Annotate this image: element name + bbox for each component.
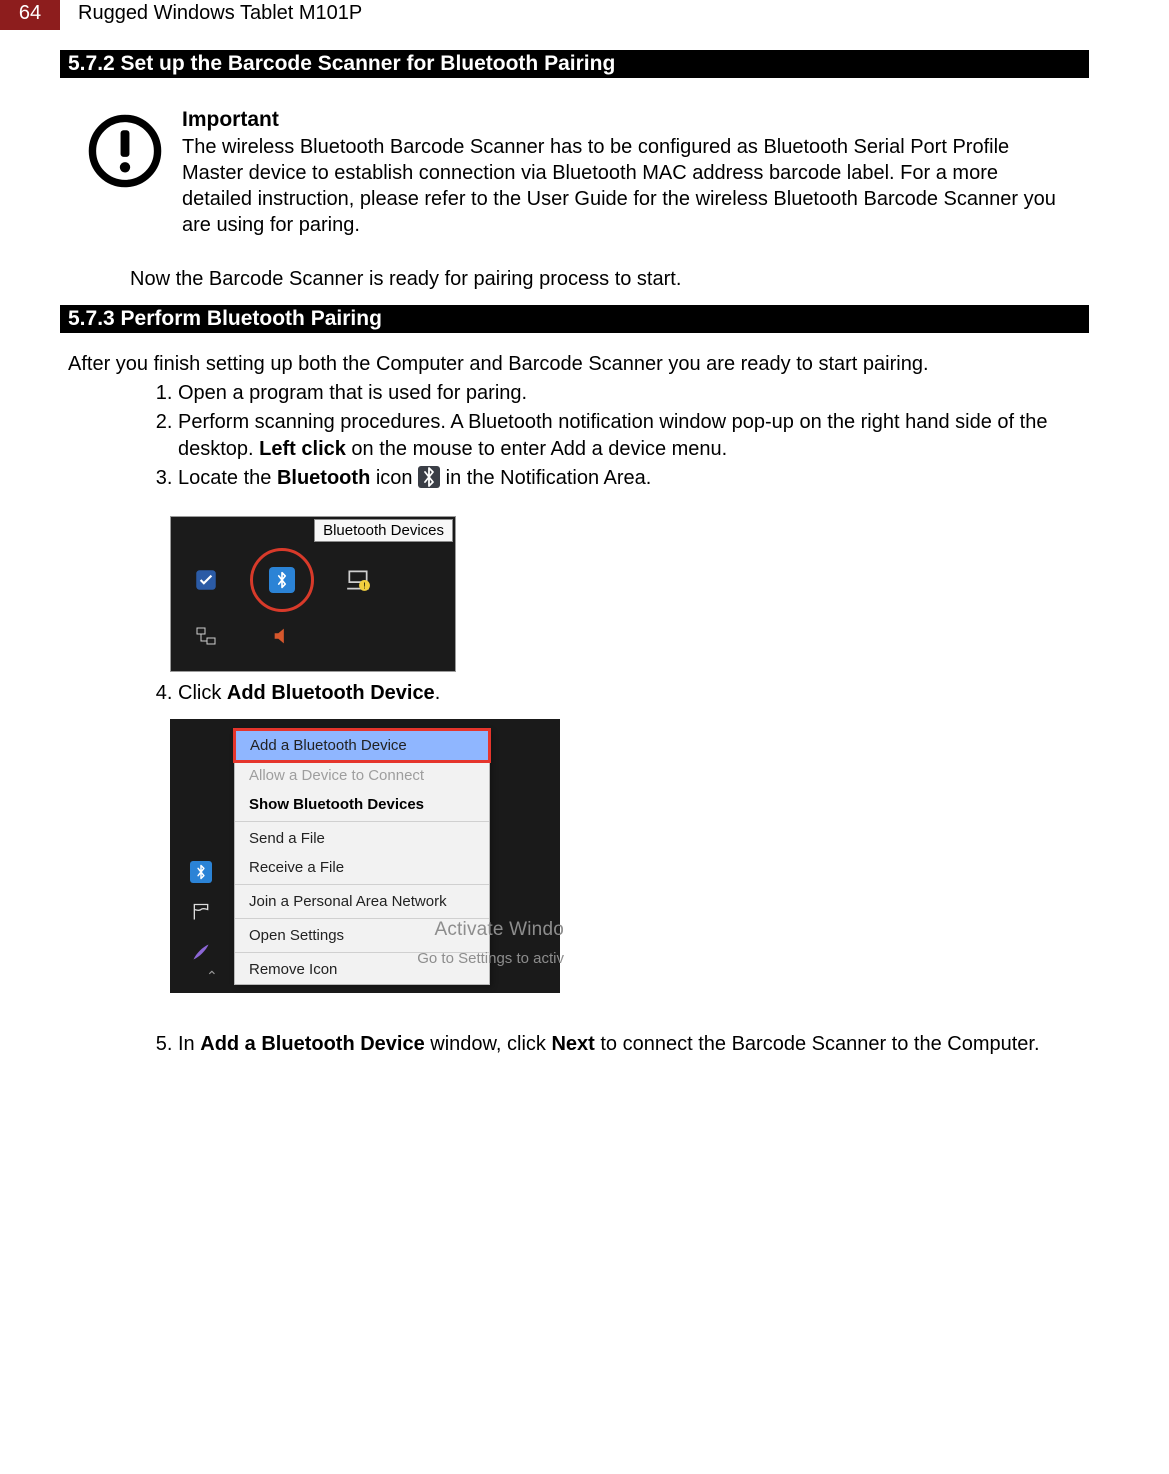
screenshot-context-menu: Add a Bluetooth Device Allow a Device to… — [170, 719, 1089, 993]
step-2: Perform scanning procedures. A Bluetooth… — [178, 409, 1059, 463]
bluetooth-icon — [418, 466, 440, 488]
menu-item-add-device[interactable]: Add a Bluetooth Device — [233, 728, 491, 763]
bluetooth-rune-icon — [273, 571, 291, 589]
tray-bluetooth-icon[interactable] — [190, 861, 212, 883]
step-5-bold1: Add a Bluetooth Device — [200, 1033, 424, 1055]
step-5-text-c: to connect the Barcode Scanner to the Co… — [595, 1033, 1040, 1055]
tray-icon-bluetooth[interactable] — [259, 559, 305, 601]
step-2-text-b: on the mouse to enter Add a device menu. — [346, 438, 727, 460]
menu-item-show-devices[interactable]: Show Bluetooth Devices — [235, 790, 489, 819]
steps-list-cont1: Click Add Bluetooth Device. — [138, 680, 1059, 707]
step-3-text-b: icon — [370, 467, 418, 489]
tray-pen-icon[interactable] — [190, 941, 212, 963]
step-3-bold: Bluetooth — [277, 467, 370, 489]
tray-icon-network[interactable] — [183, 615, 229, 657]
svg-text:!: ! — [363, 581, 365, 591]
menu-separator — [235, 884, 489, 885]
step-3-text-c: in the Notification Area. — [446, 467, 652, 489]
step-3-text-a: Locate the — [178, 467, 277, 489]
menu-separator — [235, 952, 489, 953]
step-3: Locate the Bluetooth icon in the Notific… — [178, 465, 1059, 492]
step-5: In Add a Bluetooth Device window, click … — [178, 1031, 1059, 1058]
section-heading-5-7-3: 5.7.3 Perform Bluetooth Pairing — [60, 305, 1089, 333]
steps-list-cont2: In Add a Bluetooth Device window, click … — [138, 1031, 1059, 1058]
important-note: Important The wireless Bluetooth Barcode… — [88, 108, 1089, 238]
spacer — [60, 1001, 1089, 1029]
menu-item-join-pan[interactable]: Join a Personal Area Network — [235, 887, 489, 916]
alert-circle-icon — [88, 114, 162, 188]
section-heading-5-7-2: 5.7.2 Set up the Barcode Scanner for Blu… — [60, 50, 1089, 78]
page-number: 64 — [0, 0, 60, 30]
page-header: 64 Rugged Windows Tablet M101P — [0, 0, 1169, 30]
bluetooth-context-menu: Add a Bluetooth Device Allow a Device to… — [234, 729, 490, 985]
step-1: Open a program that is used for paring. — [178, 380, 1059, 407]
tray-column — [178, 861, 224, 963]
menu-separator — [235, 821, 489, 822]
tray-grid: ! — [183, 559, 443, 657]
menu-item-send-file[interactable]: Send a File — [235, 824, 489, 853]
important-icon — [88, 108, 162, 194]
highlight-circle-icon — [250, 548, 314, 612]
step-4-text-a: Click — [178, 682, 227, 704]
header-title: Rugged Windows Tablet M101P — [60, 0, 362, 30]
tray-icon-volume[interactable] — [259, 615, 305, 657]
ready-line: Now the Barcode Scanner is ready for pai… — [130, 268, 1089, 291]
important-body: The wireless Bluetooth Barcode Scanner h… — [182, 134, 1059, 238]
context-menu-area: Add a Bluetooth Device Allow a Device to… — [170, 719, 560, 993]
step-2-bold: Left click — [259, 438, 346, 460]
menu-item-remove-icon[interactable]: Remove Icon — [235, 955, 489, 984]
important-text: Important The wireless Bluetooth Barcode… — [182, 108, 1059, 238]
step-4: Click Add Bluetooth Device. — [178, 680, 1059, 707]
tray-icon-security[interactable] — [183, 559, 229, 601]
system-tray: Bluetooth Devices — [170, 516, 456, 672]
steps-list: Open a program that is used for paring. … — [138, 380, 1059, 492]
intro-line: After you finish setting up both the Com… — [68, 353, 1089, 376]
tray-icon-problem[interactable]: ! — [335, 559, 381, 601]
step-1-text: Open a program that is used for paring. — [178, 382, 527, 404]
step-5-text-a: In — [178, 1033, 200, 1055]
tray-empty — [335, 615, 381, 657]
step-5-bold2: Next — [551, 1033, 594, 1055]
step-4-bold: Add Bluetooth Device — [227, 682, 435, 704]
menu-item-open-settings[interactable]: Open Settings — [235, 921, 489, 950]
tray-chevron-icon[interactable]: ⌃ — [206, 968, 218, 985]
page-content: 5.7.2 Set up the Barcode Scanner for Blu… — [0, 50, 1169, 1058]
document-page: 64 Rugged Windows Tablet M101P 5.7.2 Set… — [0, 0, 1169, 1100]
important-title: Important — [182, 108, 1059, 132]
step-5-text-b: window, click — [425, 1033, 552, 1055]
bluetooth-tooltip: Bluetooth Devices — [314, 519, 453, 542]
tray-action-center-icon[interactable] — [190, 901, 212, 923]
step-4-text-b: . — [435, 682, 441, 704]
menu-item-allow-connect[interactable]: Allow a Device to Connect — [235, 761, 489, 790]
menu-item-receive-file[interactable]: Receive a File — [235, 853, 489, 882]
menu-separator — [235, 918, 489, 919]
screenshot-tray: Bluetooth Devices — [170, 516, 1089, 672]
